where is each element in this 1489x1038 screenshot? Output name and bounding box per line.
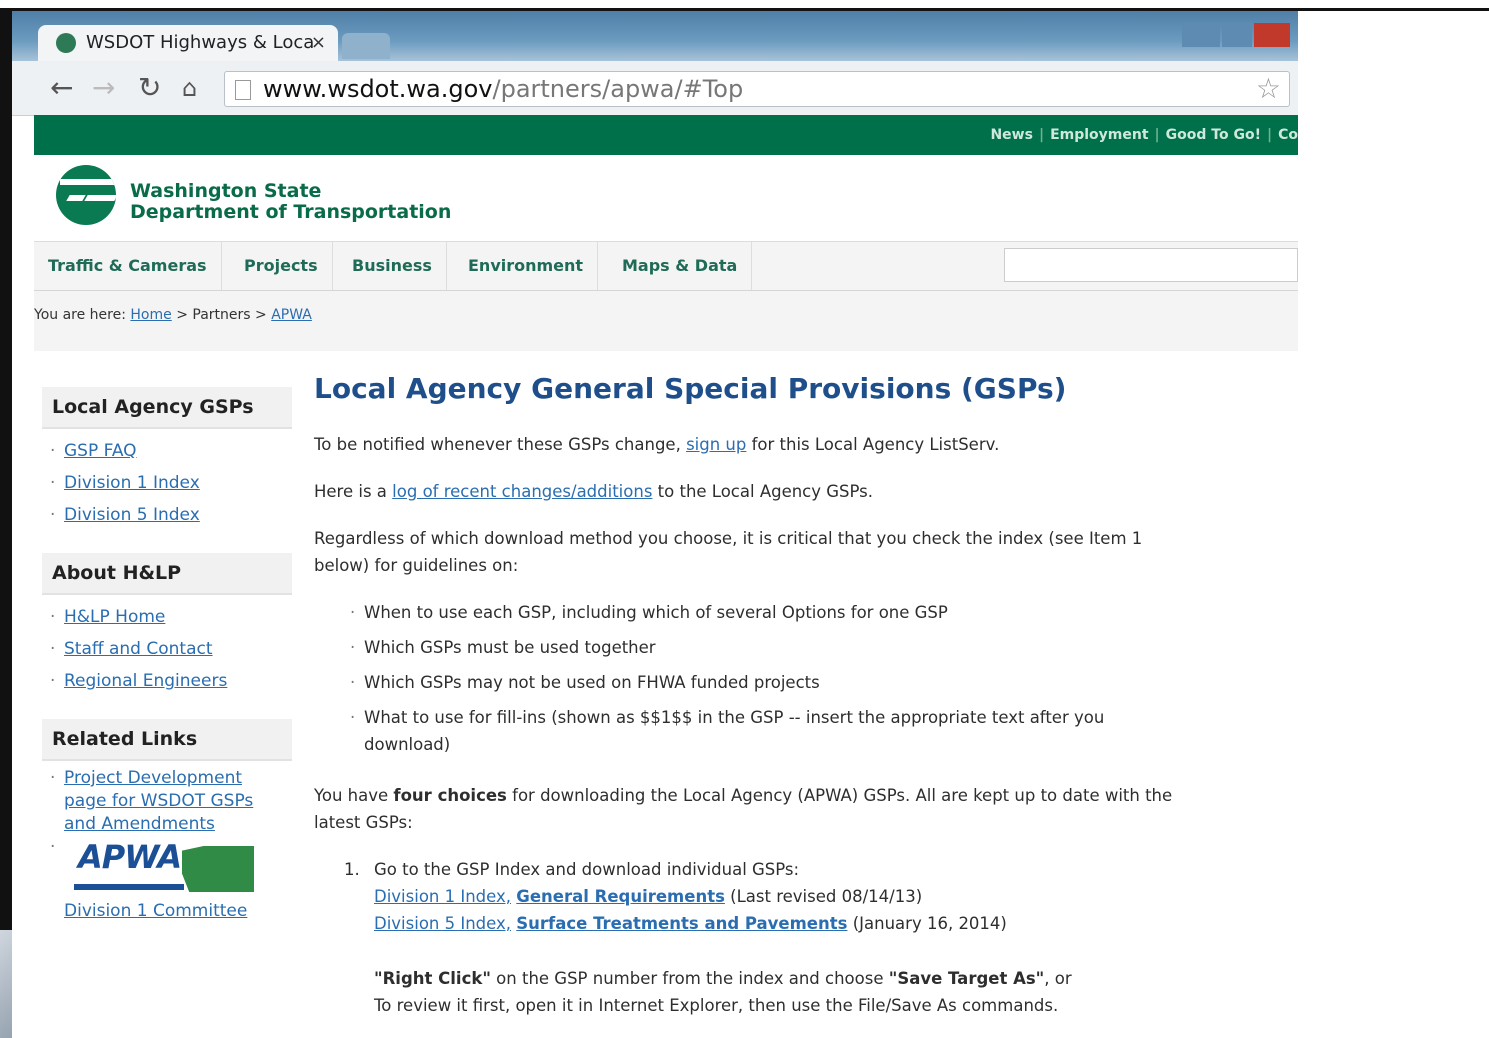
changes-log-link[interactable]: log of recent changes/additions [392,482,652,501]
close-window-button[interactable] [1254,23,1290,47]
reload-icon[interactable]: ↻ [138,73,161,103]
site-favicon-icon [56,33,76,53]
new-tab-button[interactable] [342,33,390,59]
wsdot-logo-icon[interactable] [56,165,116,225]
choice-1-text: Go to the GSP Index and download individ… [374,860,800,879]
url-path: /partners/apwa/#Top [492,75,744,103]
site-top-bar: News | Employment | Good To Go! | Co [34,115,1298,155]
tab-close-icon[interactable]: × [311,25,326,61]
forward-arrow-icon[interactable]: → [92,73,115,103]
sidebar-heading-about: About H&LP [42,553,292,595]
org-name-line2: Department of Transportation [130,201,452,223]
main-navigation: Traffic & Cameras Projects Business Envi… [34,241,1298,292]
home-icon[interactable]: ⌂ [182,73,197,103]
left-sidebar: Local Agency GSPs · GSP FAQ · Division 1 I… [42,387,292,931]
general-requirements-link[interactable]: General Requirements [516,887,725,906]
minimize-button[interactable] [1182,23,1220,47]
address-bar[interactable]: www.wsdot.wa.gov/partners/apwa/#Top ☆ [224,71,1290,107]
breadcrumb: You are here: Home > Partners > APWA [34,291,1298,351]
sidebar-item-hlp-home[interactable]: H&LP Home [64,607,165,627]
window-controls [1180,23,1290,47]
breadcrumb-separator: > [255,307,267,323]
list-item: Which GSPs may not be used on FHWA funde… [350,669,1194,696]
maximize-button[interactable] [1222,23,1252,47]
browser-window: WSDOT Highways & Loca × ← → ↻ ⌂ www.wsdo… [12,11,1298,1038]
list-item: When to use each GSP, including which of… [350,599,1194,626]
main-content: Local Agency General Special Provisions … [314,369,1194,1019]
window-frame-top [0,0,1489,11]
division-5-index-link[interactable]: Division 5 Index, [374,914,511,933]
download-choices-list: 1. Go to the GSP Index and download indiv… [344,856,1194,1019]
sign-up-link[interactable]: sign up [686,435,746,454]
list-item: What to use for fill-ins (shown as $$1$$… [350,704,1164,758]
guidelines-paragraph: Regardless of which download method you … [314,529,1143,575]
list-item: Which GSPs must be used together [350,634,1194,661]
sidebar-heading-related: Related Links [42,719,292,761]
sidebar-item-staff-contact[interactable]: Staff and Contact [64,639,213,659]
breadcrumb-partners: Partners [192,307,251,323]
sidebar-item-division-1-committee[interactable]: Division 1 Committee [64,901,247,921]
review-instructions: To review it first, open it in Internet … [374,996,1059,1015]
nav-environment[interactable]: Environment [454,242,599,290]
browser-toolbar: ← → ↻ ⌂ www.wsdot.wa.gov/partners/apwa/#… [12,61,1298,116]
apwa-logo[interactable]: APWA [64,838,254,900]
org-name[interactable]: Washington State Department of Transport… [130,181,451,223]
listserv-paragraph: To be notified whenever these GSPs chang… [314,435,1000,454]
site-header: Washington State Department of Transport… [34,155,1298,241]
org-name-line1: Washington State [130,180,322,202]
sidebar-item-gsp-faq[interactable]: GSP FAQ [64,441,137,461]
changes-paragraph: Here is a log of recent changes/addition… [314,482,874,501]
sidebar-item-regional-engineers[interactable]: Regional Engineers [64,671,227,691]
url-host: www.wsdot.wa.gov [263,75,493,103]
guidelines-list: When to use each GSP, including which of… [350,599,1194,758]
top-links: News | Employment | Good To Go! | Co [990,127,1298,143]
breadcrumb-apwa[interactable]: APWA [271,307,312,323]
top-link-employment[interactable]: Employment [1050,127,1148,143]
browser-tab[interactable]: WSDOT Highways & Loca × [38,25,338,61]
division-1-index-link[interactable]: Division 1 Index, [374,887,511,906]
site-search-input[interactable] [1004,248,1298,282]
right-click-instructions: "Right Click" on the GSP number from the… [374,969,1072,988]
tab-title: WSDOT Highways & Loca [86,32,315,53]
breadcrumb-prefix: You are here: [34,307,126,323]
washington-state-icon [182,846,254,892]
page-icon [235,80,251,100]
tab-bar: WSDOT Highways & Loca × [12,11,1298,61]
page-title: Local Agency General Special Provisions … [314,372,1067,405]
nav-maps-data[interactable]: Maps & Data [608,242,753,290]
apwa-logo-text: APWA [78,838,182,876]
surface-treatments-link[interactable]: Surface Treatments and Pavements [516,914,847,933]
nav-traffic-cameras[interactable]: Traffic & Cameras [34,242,222,290]
top-link-news[interactable]: News [990,127,1032,143]
back-arrow-icon[interactable]: ← [50,73,73,103]
breadcrumb-separator: > [176,307,188,323]
sidebar-item-project-development[interactable]: Project Development page for WSDOT GSPs … [64,767,274,836]
choices-paragraph: You have four choices for downloading th… [314,786,1173,832]
top-link-good-to-go[interactable]: Good To Go! [1166,127,1261,143]
sidebar-item-division-1-index[interactable]: Division 1 Index [64,473,200,493]
sidebar-item-division-5-index[interactable]: Division 5 Index [64,505,200,525]
sidebar-heading-local-gsps: Local Agency GSPs [42,387,292,429]
nav-business[interactable]: Business [338,242,447,290]
division-5-date: (January 16, 2014) [852,914,1007,933]
division-1-date: (Last revised 08/14/13) [730,887,923,906]
url-text[interactable]: www.wsdot.wa.gov/partners/apwa/#Top [263,74,743,104]
top-link-contact[interactable]: Co [1278,127,1298,143]
bookmark-star-icon[interactable]: ☆ [1256,72,1281,106]
breadcrumb-home[interactable]: Home [130,307,171,323]
window-frame-left [0,8,12,1038]
nav-projects[interactable]: Projects [230,242,333,290]
choice-number: 1. [344,860,360,879]
